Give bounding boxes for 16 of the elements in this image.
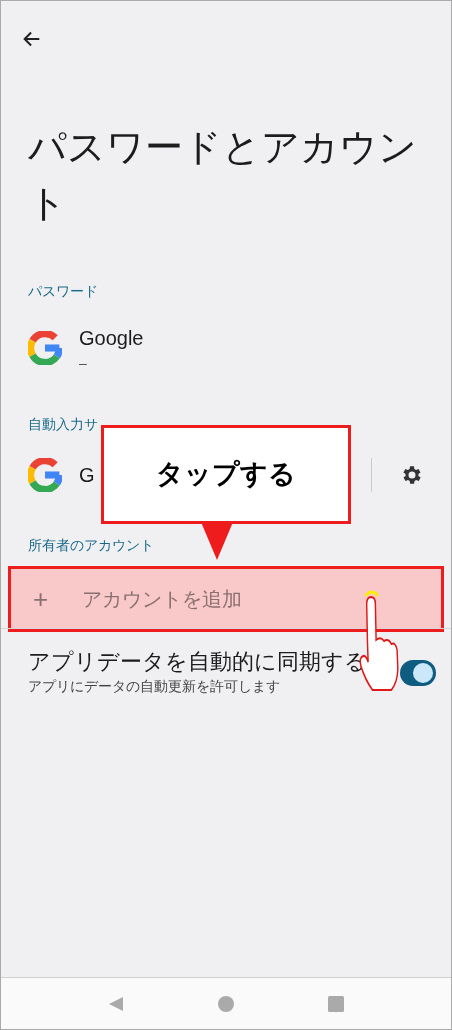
- item-title: G: [79, 463, 95, 488]
- item-subtitle: –: [79, 353, 88, 373]
- item-title: Google: [79, 325, 144, 351]
- section-header: 自動入力サ: [28, 415, 98, 434]
- google-logo-icon: [28, 458, 62, 492]
- plus-icon: +: [11, 579, 82, 619]
- callout-box: タップする: [101, 425, 351, 524]
- callout-pointer: [201, 522, 233, 560]
- section-header: 所有者のアカウント: [28, 536, 154, 555]
- page-title: パスワードとアカウント: [27, 125, 418, 226]
- item-label: アカウントを追加: [82, 587, 242, 612]
- item-subtitle: アプリにデータの自動更新を許可します: [28, 677, 281, 696]
- toggle-switch[interactable]: [400, 659, 436, 686]
- google-logo-icon: [28, 331, 62, 365]
- section-header: パスワード: [28, 282, 98, 301]
- list-item[interactable]: Google –: [1, 302, 451, 394]
